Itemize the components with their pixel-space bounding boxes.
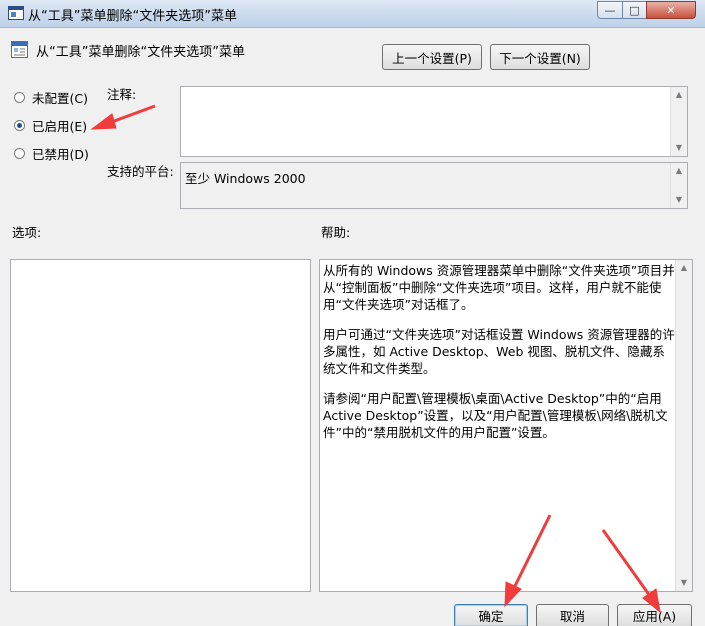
- annotation-arrow-icon: [90, 104, 156, 130]
- annotation-arrow-icon: [504, 514, 552, 608]
- annotation-arrows: [90, 104, 661, 614]
- annotation-arrow-icon: [601, 529, 661, 614]
